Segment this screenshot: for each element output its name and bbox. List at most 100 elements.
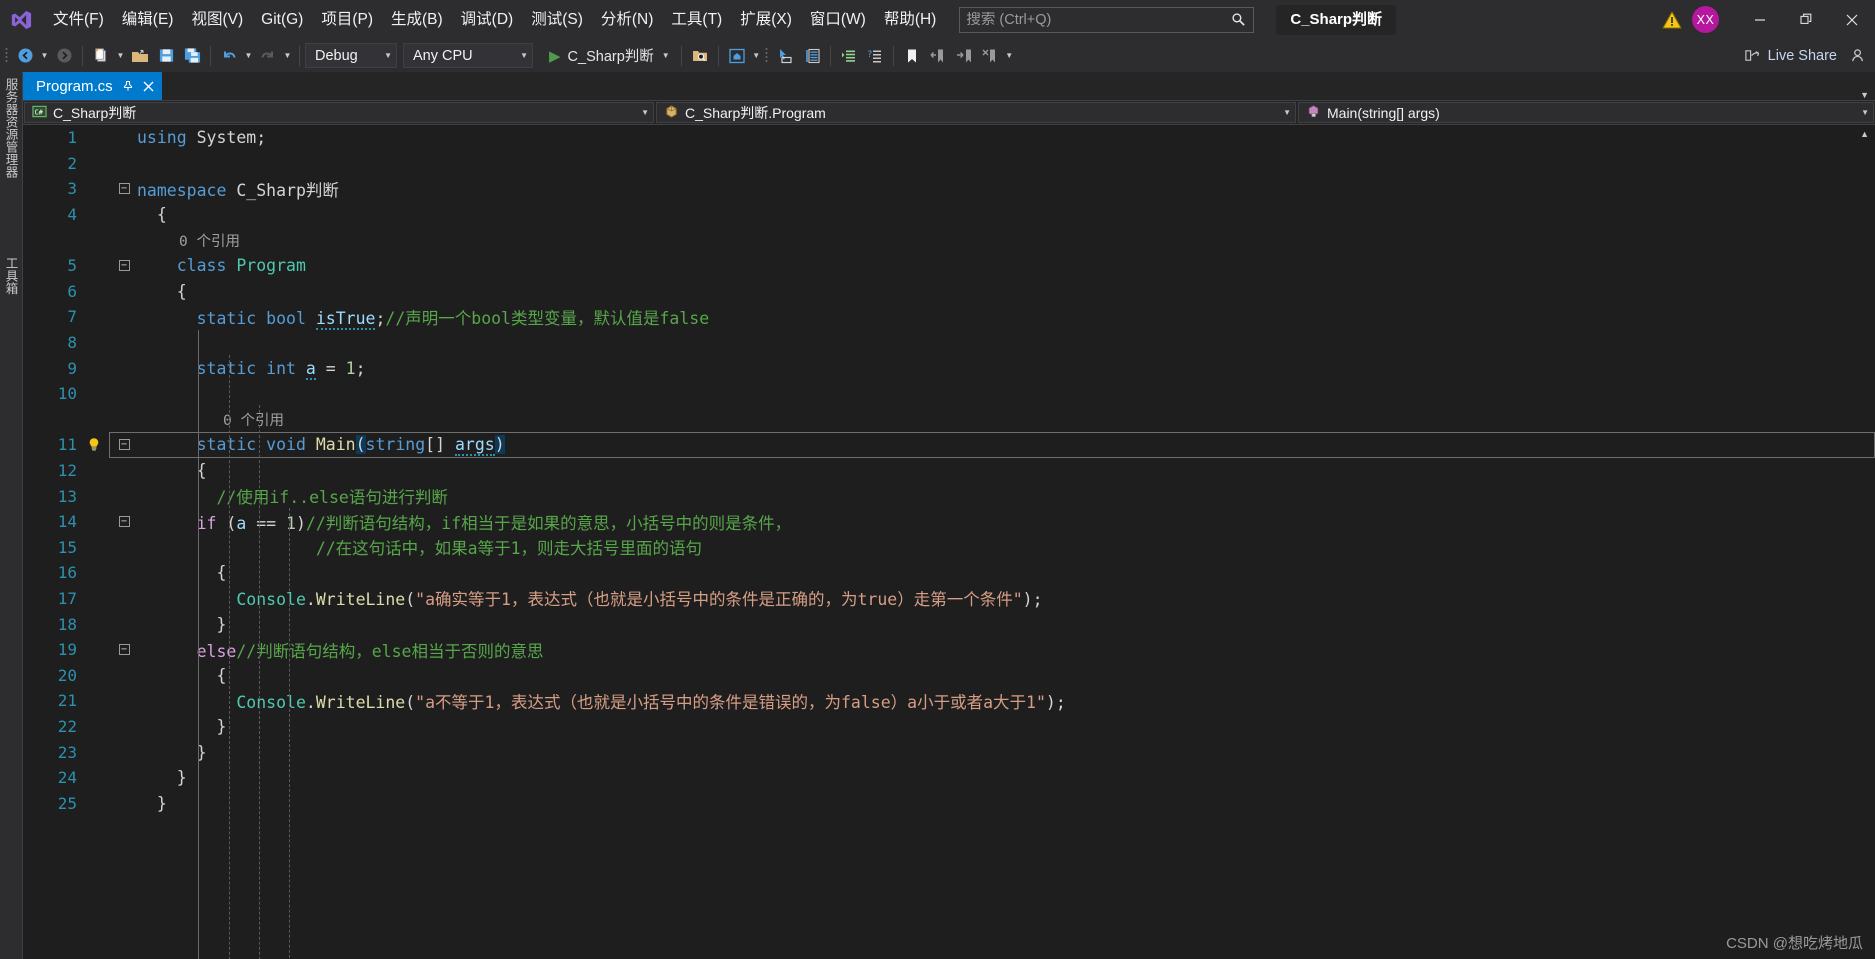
collapse-icon[interactable]: −: [118, 516, 130, 528]
code-line-14: 14 − if (a == 1)//判断语句结构，if相当于是如果的意思，小括号…: [23, 509, 1875, 535]
navigate-back-dropdown-icon[interactable]: ▼: [38, 43, 51, 69]
home-icon[interactable]: [724, 43, 750, 69]
indent-icon[interactable]: [836, 43, 862, 69]
fold-toggle[interactable]: −: [113, 644, 135, 656]
window-close-button[interactable]: [1829, 0, 1875, 39]
properties-window-icon[interactable]: [799, 43, 825, 69]
collapse-icon[interactable]: −: [118, 183, 130, 195]
live-share-account-icon[interactable]: [1845, 43, 1871, 69]
close-icon[interactable]: [143, 81, 154, 92]
warning-triangle-icon[interactable]: [1662, 10, 1682, 30]
chevron-down-icon: ▼: [520, 51, 528, 60]
undo-dropdown-icon[interactable]: ▼: [242, 43, 255, 69]
member-dropdown-label: Main(string[] args): [1327, 104, 1440, 121]
search-icon: [1229, 11, 1247, 29]
codelens-method-main[interactable]: 0 个引用: [23, 407, 1875, 433]
menu-debug[interactable]: 调试(D): [452, 6, 523, 34]
project-dropdown[interactable]: C# C_Sharp判断 ▼: [24, 102, 654, 123]
code-text: }: [137, 716, 227, 736]
redo-dropdown-icon[interactable]: ▼: [281, 43, 294, 69]
tab-program-cs[interactable]: Program.cs: [23, 72, 162, 100]
fold-toggle[interactable]: −: [113, 183, 135, 195]
line-number: 10: [57, 384, 77, 404]
new-file-icon[interactable]: [88, 43, 114, 69]
comment-icon[interactable]: ?: [862, 43, 888, 69]
toolbar-overflow-icon[interactable]: ▼: [1003, 43, 1016, 69]
editor-scroll-up-icon[interactable]: ▲: [1860, 129, 1869, 139]
window-restore-button[interactable]: [1783, 0, 1829, 39]
menu-view[interactable]: 视图(V): [182, 6, 252, 34]
menu-extensions[interactable]: 扩展(X): [731, 6, 801, 34]
codelens-reference-count[interactable]: 0 个引用: [135, 230, 1875, 251]
menu-file[interactable]: 文件(F): [44, 6, 113, 34]
next-bookmark-icon[interactable]: [951, 43, 977, 69]
collapse-icon[interactable]: −: [118, 439, 130, 451]
code-editor[interactable]: 1 using System; 2 3 − namespace C_Sharp判…: [23, 125, 1875, 959]
code-text: {: [137, 205, 167, 225]
bookmark-icon[interactable]: [899, 43, 925, 69]
menu-window[interactable]: 窗口(W): [801, 6, 875, 34]
collapse-icon[interactable]: −: [118, 644, 130, 656]
live-share-icon: [1744, 47, 1761, 64]
solution-name-chip[interactable]: C_Sharp判断: [1276, 4, 1397, 35]
lightbulb-icon[interactable]: [81, 436, 107, 454]
save-icon[interactable]: [153, 43, 179, 69]
line-number: 15: [57, 537, 77, 557]
previous-bookmark-icon[interactable]: [925, 43, 951, 69]
find-in-files-icon[interactable]: [687, 43, 713, 69]
inline-comment: //判断语句结构，else相当于否则的意思: [236, 641, 544, 661]
line-number: 22: [57, 716, 77, 736]
line-number: 18: [57, 614, 77, 634]
codelens-class-program[interactable]: 0 个引用: [23, 227, 1875, 253]
toolbar-grip[interactable]: [2, 46, 12, 66]
menu-git[interactable]: Git(G): [252, 6, 312, 34]
clear-bookmarks-icon[interactable]: [977, 43, 1003, 69]
start-debug-button[interactable]: ▶ C_Sharp判断 ▼: [543, 43, 676, 69]
line-number: 7: [67, 307, 77, 327]
search-input[interactable]: [966, 11, 1230, 28]
fold-toggle[interactable]: −: [113, 260, 135, 272]
collapse-icon[interactable]: −: [118, 260, 130, 272]
pointer-window-icon[interactable]: [773, 43, 799, 69]
menu-build[interactable]: 生成(B): [382, 6, 452, 34]
fold-toggle[interactable]: −: [113, 516, 135, 528]
menu-test[interactable]: 测试(S): [522, 6, 592, 34]
fold-toggle[interactable]: −: [113, 439, 135, 451]
code-line-3: 3 − namespace C_Sharp判断: [23, 176, 1875, 202]
home-dropdown-icon[interactable]: ▼: [750, 43, 763, 69]
watermark: CSDN @想吃烤地瓜: [1726, 935, 1863, 952]
toolbar-separator: [717, 45, 719, 66]
standard-toolbar: ▼ ▼ ▼ ▼ Debug ▼ Any CPU ▼ ▶ C_Sharp判断 ▼ …: [0, 39, 1875, 72]
configuration-combo[interactable]: Debug ▼: [305, 43, 397, 68]
platform-combo[interactable]: Any CPU ▼: [403, 43, 533, 68]
menu-edit[interactable]: 编辑(E): [113, 6, 183, 34]
code-line-21: 21 Console.WriteLine("a不等于1，表达式（也就是小括号中的…: [23, 688, 1875, 714]
save-all-icon[interactable]: [179, 43, 205, 69]
menu-tools[interactable]: 工具(T): [662, 6, 731, 34]
quick-search-box[interactable]: [959, 6, 1255, 33]
menu-help[interactable]: 帮助(H): [875, 6, 946, 34]
navigate-back-icon[interactable]: [12, 43, 38, 69]
live-share-button[interactable]: Live Share: [1736, 42, 1845, 69]
navigate-forward-icon[interactable]: [51, 43, 77, 69]
tab-strip-overflow-icon[interactable]: ▼: [1860, 90, 1875, 100]
line-number: 8: [67, 333, 77, 353]
pin-icon[interactable]: [122, 80, 134, 92]
toolbar-grip[interactable]: [763, 46, 773, 66]
type-dropdown[interactable]: C_Sharp判断.Program ▼: [656, 102, 1296, 123]
code-navigation-bar: C# C_Sharp判断 ▼ C_Sharp判断.Program ▼ Main(…: [23, 100, 1875, 125]
line-number: 21: [57, 691, 77, 711]
sidebar-item-toolbox[interactable]: 工具箱: [2, 257, 21, 295]
line-number: 4: [67, 205, 77, 225]
avatar[interactable]: XX: [1692, 6, 1719, 33]
codelens-reference-count[interactable]: 0 个引用: [135, 409, 1875, 430]
menu-analyze[interactable]: 分析(N): [592, 6, 663, 34]
undo-icon[interactable]: [216, 43, 242, 69]
member-dropdown[interactable]: Main(string[] args) ▼: [1298, 102, 1874, 123]
new-file-dropdown-icon[interactable]: ▼: [114, 43, 127, 69]
window-minimize-button[interactable]: [1737, 0, 1783, 39]
open-folder-icon[interactable]: [127, 43, 153, 69]
menu-project[interactable]: 项目(P): [312, 6, 382, 34]
sidebar-item-server-explorer[interactable]: 服务器资源管理器: [2, 78, 21, 178]
redo-icon[interactable]: [255, 43, 281, 69]
